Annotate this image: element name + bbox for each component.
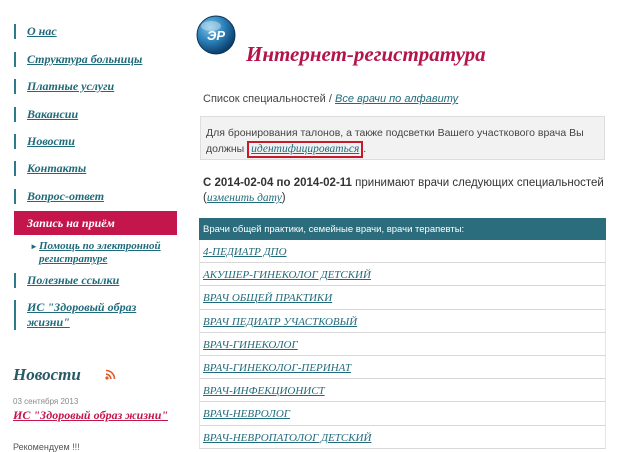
news-title-link[interactable]: ИС "Здоровый образ жизни" — [13, 408, 173, 422]
date-text: принимают врачи следующих специальностей — [355, 177, 604, 189]
date-to: 2014-02-11 — [293, 177, 352, 189]
identify-notice: Для бронирования талонов, а также подсве… — [200, 116, 605, 160]
rss-icon[interactable] — [105, 369, 116, 380]
sidebar-item-structure[interactable]: Структура больницы — [14, 52, 179, 67]
all-doctors-link[interactable]: Все врачи по алфавиту — [335, 93, 458, 105]
identify-link[interactable]: идентифицироваться — [247, 141, 364, 158]
table-row[interactable]: ВРАЧ-ГИНЕКОЛОГ — [199, 332, 606, 356]
er-logo-icon: ЭР — [196, 15, 236, 55]
date-from: 2014-02-04 — [214, 177, 274, 189]
sidebar-item-appointment[interactable]: Запись на приём — [14, 211, 177, 235]
sidebar-subitem-label: Помощь по электронной регистратуре — [39, 240, 161, 265]
breadcrumb-separator: / — [328, 93, 332, 105]
sidebar-subitem-help[interactable]: ► Помощь по электронной регистратуре — [30, 240, 178, 266]
table-row[interactable]: ВРАЧ-ИНФЕКЦИОНИСТ — [199, 379, 606, 403]
date-range: С 2014-02-04 по 2014-02-11 принимают вра… — [203, 177, 604, 204]
breadcrumb-current: Список специальностей — [203, 93, 326, 105]
table-row[interactable]: ВРАЧ ПЕДИАТР УЧАСТКОВЫЙ — [199, 309, 606, 333]
table-row[interactable]: ВРАЧ-НЕВРОПАТОЛОГ ДЕТСКИЙ — [199, 425, 606, 449]
sidebar-item-vacancies[interactable]: Вакансии — [14, 107, 179, 122]
sidebar-item-healthy-lifestyle[interactable]: ИС "Здоровый образ жизни" — [14, 300, 164, 330]
specialties-table: Врачи общей практики, семейные врачи, вр… — [199, 218, 606, 449]
table-row[interactable]: ВРАЧ-НЕВРОЛОГ — [199, 402, 606, 426]
svg-text:ЭР: ЭР — [207, 28, 225, 43]
sidebar-item-news[interactable]: Новости — [14, 134, 179, 149]
change-date-link[interactable]: изменить дату — [207, 192, 282, 204]
sidebar-item-about[interactable]: О нас — [14, 24, 179, 39]
sidebar: О нас Структура больницы Платные услуги … — [0, 0, 185, 452]
page-title: Интернет-регистратура — [246, 42, 486, 66]
date-mid: по — [276, 177, 291, 189]
sidebar-item-paid-services[interactable]: Платные услуги — [14, 79, 179, 94]
table-row[interactable]: ВРАЧ-ГИНЕКОЛОГ-ПЕРИНАТ — [199, 355, 606, 380]
table-header: Врачи общей практики, семейные врачи, вр… — [199, 218, 606, 240]
sidebar-item-contacts[interactable]: Контакты — [14, 161, 179, 176]
news-date: 03 сентября 2013 — [13, 397, 79, 406]
sidebar-item-useful-links[interactable]: Полезные ссылки — [14, 273, 179, 288]
news-heading: Новости — [13, 365, 81, 384]
table-row[interactable]: АКУШЕР-ГИНЕКОЛОГ ДЕТСКИЙ — [199, 263, 606, 287]
table-row[interactable]: 4-ПЕДИАТР ДПО — [199, 240, 606, 264]
notice-end: . — [363, 143, 367, 155]
news-snippet: Рекомендуем !!! — [13, 442, 80, 452]
breadcrumb: Список специальностей / Все врачи по алф… — [203, 93, 458, 105]
sidebar-item-qa[interactable]: Вопрос-ответ — [14, 189, 179, 204]
date-prefix: С — [203, 177, 212, 189]
table-row[interactable]: ВРАЧ ОБЩЕЙ ПРАКТИКИ — [199, 286, 606, 310]
bullet-icon: ► — [30, 242, 38, 251]
